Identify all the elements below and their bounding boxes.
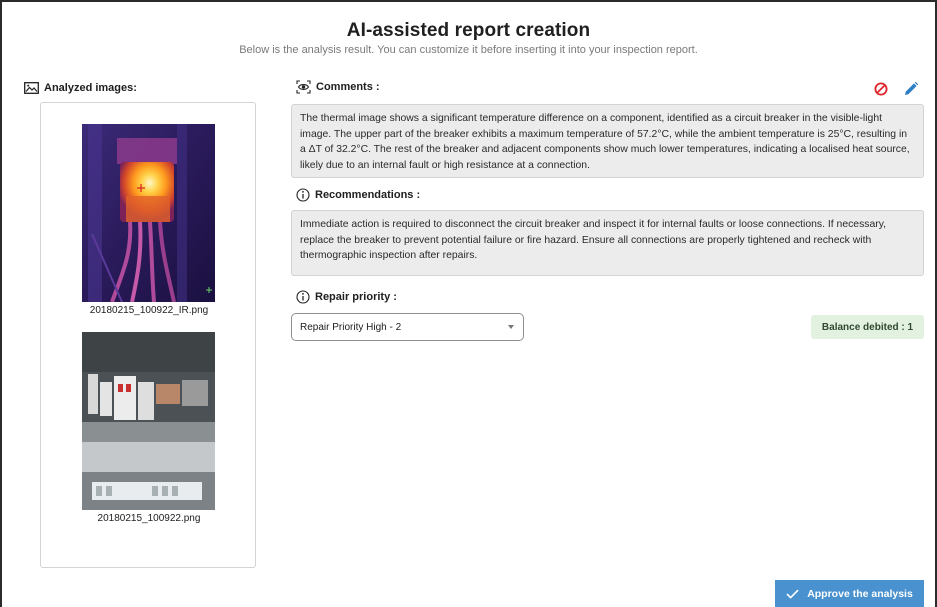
approve-button[interactable]: Approve the analysis — [775, 580, 924, 607]
thermal-image-caption: 20180215_100922_IR.png — [89, 305, 209, 316]
eye-scan-icon — [296, 80, 311, 94]
repair-priority-text-label: Repair priority : — [315, 291, 397, 303]
thermal-image[interactable] — [82, 124, 215, 302]
repair-priority-label: Repair priority : — [296, 290, 397, 304]
image-icon — [24, 82, 39, 94]
comments-label: Comments : — [296, 80, 380, 94]
check-icon — [786, 589, 799, 599]
chevron-down-icon — [508, 325, 514, 329]
recommendations-text-label: Recommendations : — [315, 189, 421, 201]
visible-image[interactable] — [82, 332, 215, 510]
analyzed-images-label: Analyzed images: — [24, 82, 137, 94]
balance-badge: Balance debited : 1 — [811, 315, 924, 339]
images-panel: 20180215_100922_IR.png 20180215_100922.p… — [40, 102, 256, 568]
page-subtitle: Below is the analysis result. You can cu… — [239, 44, 698, 56]
repair-priority-value: Repair Priority High - 2 — [300, 321, 402, 333]
comments-box[interactable]: The thermal image shows a significant te… — [291, 104, 924, 178]
info-icon — [296, 188, 310, 202]
repair-priority-select[interactable]: Repair Priority High - 2 — [291, 313, 524, 341]
recommendations-box[interactable]: Immediate action is required to disconne… — [291, 210, 924, 276]
approve-button-label: Approve the analysis — [807, 587, 913, 600]
analyzed-images-text: Analyzed images: — [44, 82, 137, 94]
info-icon — [296, 290, 310, 304]
pencil-icon[interactable] — [902, 80, 920, 98]
recommendations-label: Recommendations : — [296, 188, 420, 202]
block-icon[interactable] — [873, 81, 889, 97]
page-title: AI-assisted report creation — [346, 20, 591, 41]
comments-text-label: Comments : — [316, 81, 380, 93]
visible-image-caption: 20180215_100922.png — [97, 513, 201, 524]
